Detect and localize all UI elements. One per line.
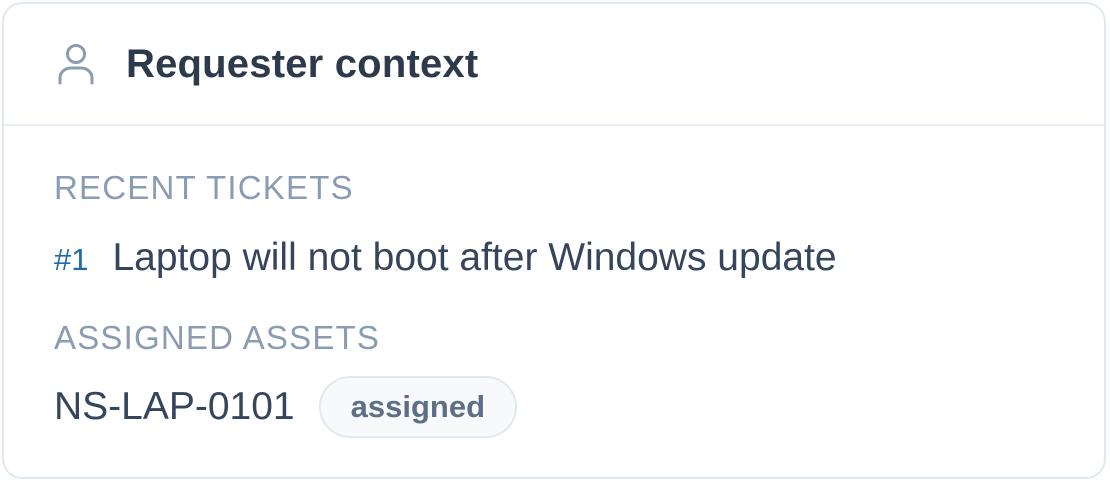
- card-body: RECENT TICKETS #1 Laptop will not boot a…: [4, 168, 1104, 438]
- requester-context-card: Requester context RECENT TICKETS #1 Lapt…: [2, 2, 1106, 479]
- ticket-title[interactable]: Laptop will not boot after Windows updat…: [112, 232, 836, 284]
- ticket-id-link[interactable]: #1: [54, 234, 88, 286]
- assigned-assets-label: ASSIGNED ASSETS: [54, 319, 381, 356]
- user-icon: [56, 42, 96, 86]
- recent-tickets-label: RECENT TICKETS: [54, 169, 354, 206]
- ticket-list-item[interactable]: #1 Laptop will not boot after Windows up…: [54, 232, 1104, 286]
- card-header: Requester context: [4, 4, 1104, 126]
- asset-list-item: NS-LAP-0101 assigned: [54, 376, 1104, 438]
- asset-tag: NS-LAP-0101: [54, 385, 295, 428]
- status-badge: assigned: [318, 376, 518, 438]
- card-title: Requester context: [126, 41, 479, 86]
